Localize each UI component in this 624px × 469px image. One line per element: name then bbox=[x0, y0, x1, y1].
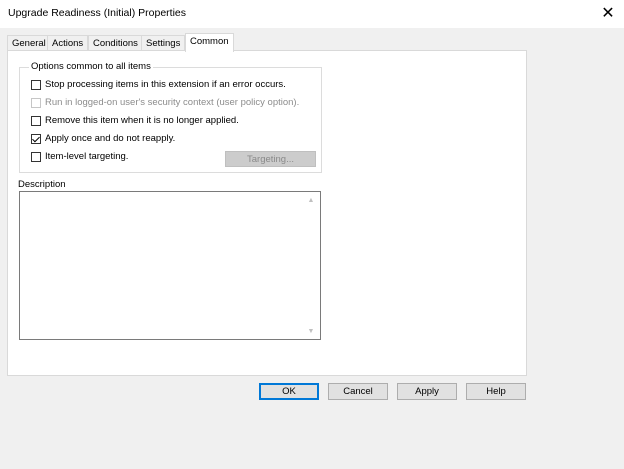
targeting-button: Targeting... bbox=[225, 151, 316, 167]
item-level-targeting-checkbox[interactable] bbox=[31, 151, 41, 162]
description-scrollbar[interactable]: ▲ ▼ bbox=[305, 192, 319, 339]
apply-once-checkbox[interactable] bbox=[31, 133, 41, 144]
stop-processing-label: Stop processing items in this extension … bbox=[45, 79, 286, 90]
option-run-user-context: Run in logged-on user's security context… bbox=[31, 96, 299, 109]
description-textarea[interactable] bbox=[19, 191, 321, 340]
option-remove-item[interactable]: Remove this item when it is no longer ap… bbox=[31, 114, 239, 127]
option-item-level-targeting[interactable]: Item-level targeting. bbox=[31, 150, 128, 163]
remove-item-checkbox[interactable] bbox=[31, 115, 41, 126]
stop-processing-checkbox[interactable] bbox=[31, 79, 41, 90]
scroll-down-arrow-icon[interactable]: ▼ bbox=[305, 325, 317, 337]
tab-general[interactable]: General bbox=[7, 35, 51, 51]
cancel-button[interactable]: Cancel bbox=[328, 383, 388, 400]
run-user-context-label: Run in logged-on user's security context… bbox=[45, 97, 300, 108]
tab-common[interactable]: Common bbox=[185, 33, 234, 52]
item-level-targeting-label: Item-level targeting. bbox=[45, 151, 129, 162]
tab-conditions[interactable]: Conditions bbox=[88, 35, 143, 51]
close-icon: ✕ bbox=[601, 5, 615, 22]
apply-once-label: Apply once and do not reapply. bbox=[45, 133, 176, 144]
close-button[interactable]: ✕ bbox=[596, 2, 620, 24]
title-bar: Upgrade Readiness (Initial) Properties ✕ bbox=[0, 0, 624, 28]
run-user-context-checkbox bbox=[31, 97, 41, 108]
description-label: Description bbox=[18, 179, 66, 190]
options-group-legend: Options common to all items bbox=[29, 61, 153, 72]
scroll-up-arrow-icon[interactable]: ▲ bbox=[305, 194, 317, 206]
apply-button[interactable]: Apply bbox=[397, 383, 457, 400]
option-stop-processing[interactable]: Stop processing items in this extension … bbox=[31, 78, 286, 91]
ok-button[interactable]: OK bbox=[259, 383, 319, 400]
options-groupbox: Options common to all items Stop process… bbox=[19, 61, 322, 173]
help-button[interactable]: Help bbox=[466, 383, 526, 400]
common-tab-panel: Options common to all items Stop process… bbox=[7, 50, 527, 376]
window-title: Upgrade Readiness (Initial) Properties bbox=[8, 7, 187, 19]
option-apply-once[interactable]: Apply once and do not reapply. bbox=[31, 132, 175, 145]
tab-settings[interactable]: Settings bbox=[141, 35, 186, 51]
tab-actions[interactable]: Actions bbox=[47, 35, 89, 51]
remove-item-label: Remove this item when it is no longer ap… bbox=[45, 115, 239, 126]
